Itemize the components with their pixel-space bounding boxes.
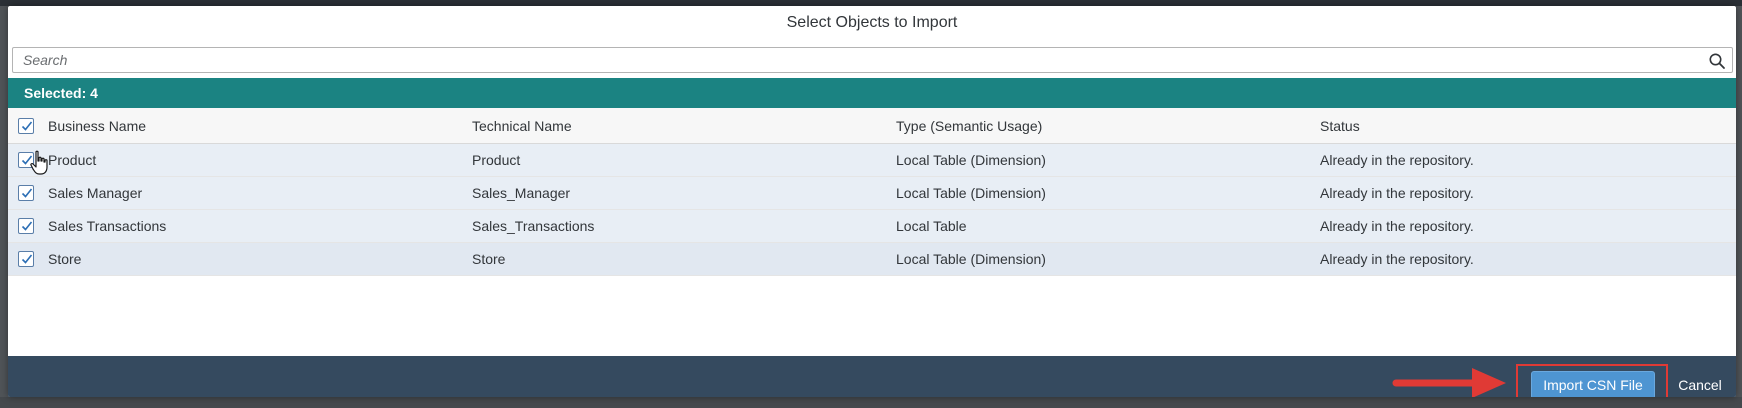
row-checkbox[interactable] bbox=[18, 185, 34, 201]
type-cell: Local Table (Dimension) bbox=[896, 152, 1046, 168]
red-arrow-icon bbox=[1388, 366, 1510, 397]
business-name-cell: Store bbox=[48, 251, 82, 267]
status-cell: Already in the repository. bbox=[1320, 251, 1474, 267]
import-csn-file-button[interactable]: Import CSN File bbox=[1531, 371, 1655, 397]
table-row[interactable]: Sales Manager Sales_Manager Local Table … bbox=[8, 177, 1736, 210]
select-all-checkbox[interactable] bbox=[18, 117, 34, 134]
column-header-technical-name[interactable]: Technical Name bbox=[472, 108, 572, 143]
hand-cursor-icon bbox=[30, 150, 50, 176]
search-input[interactable] bbox=[23, 48, 1693, 72]
backdrop-left bbox=[0, 6, 8, 408]
business-name-cell: Product bbox=[48, 152, 97, 168]
row-checkbox-cell[interactable] bbox=[15, 177, 37, 209]
checkmark-icon bbox=[21, 188, 33, 198]
status-cell: Already in the repository. bbox=[1320, 152, 1474, 168]
select-all-cell[interactable] bbox=[15, 108, 37, 143]
backdrop-right bbox=[1736, 6, 1742, 408]
type-cell: Local Table (Dimension) bbox=[896, 251, 1046, 267]
import-dialog: Select Objects to Import Selected: 4 Bus… bbox=[8, 6, 1736, 397]
row-checkbox-cell[interactable] bbox=[15, 243, 37, 275]
selected-count-bar: Selected: 4 bbox=[8, 78, 1736, 108]
status-cell: Already in the repository. bbox=[1320, 218, 1474, 234]
objects-table: Business Name Technical Name Type (Seman… bbox=[8, 108, 1736, 276]
row-checkbox[interactable] bbox=[18, 251, 34, 267]
backdrop-bottom bbox=[0, 397, 1742, 408]
business-name-cell: Sales Transactions bbox=[48, 218, 167, 234]
status-cell: Already in the repository. bbox=[1320, 185, 1474, 201]
table-header-row: Business Name Technical Name Type (Seman… bbox=[8, 108, 1736, 144]
table-row[interactable]: Sales Transactions Sales_Transactions Lo… bbox=[8, 210, 1736, 243]
row-checkbox-cell[interactable] bbox=[15, 210, 37, 242]
search-icon[interactable] bbox=[1708, 52, 1726, 70]
checkmark-icon bbox=[21, 121, 33, 131]
cancel-button[interactable]: Cancel bbox=[1672, 371, 1728, 397]
search-field[interactable] bbox=[12, 47, 1733, 73]
type-cell: Local Table (Dimension) bbox=[896, 185, 1046, 201]
checkmark-icon bbox=[21, 221, 33, 231]
technical-name-cell: Sales_Transactions bbox=[472, 218, 595, 234]
row-checkbox[interactable] bbox=[18, 218, 34, 234]
table-row[interactable]: Product Product Local Table (Dimension) … bbox=[8, 144, 1736, 177]
checkmark-icon bbox=[21, 254, 33, 264]
selected-count: Selected: 4 bbox=[24, 85, 98, 101]
table-row[interactable]: Store Store Local Table (Dimension) Alre… bbox=[8, 243, 1736, 276]
column-header-status[interactable]: Status bbox=[1320, 108, 1360, 143]
technical-name-cell: Store bbox=[472, 251, 506, 267]
column-header-business-name[interactable]: Business Name bbox=[48, 108, 146, 143]
technical-name-cell: Product bbox=[472, 152, 521, 168]
technical-name-cell: Sales_Manager bbox=[472, 185, 571, 201]
type-cell: Local Table bbox=[896, 218, 967, 234]
dialog-footer: Import CSN File Cancel bbox=[8, 356, 1736, 397]
business-name-cell: Sales Manager bbox=[48, 185, 143, 201]
dialog-title: Select Objects to Import bbox=[786, 14, 958, 31]
column-header-type[interactable]: Type (Semantic Usage) bbox=[896, 108, 1042, 143]
